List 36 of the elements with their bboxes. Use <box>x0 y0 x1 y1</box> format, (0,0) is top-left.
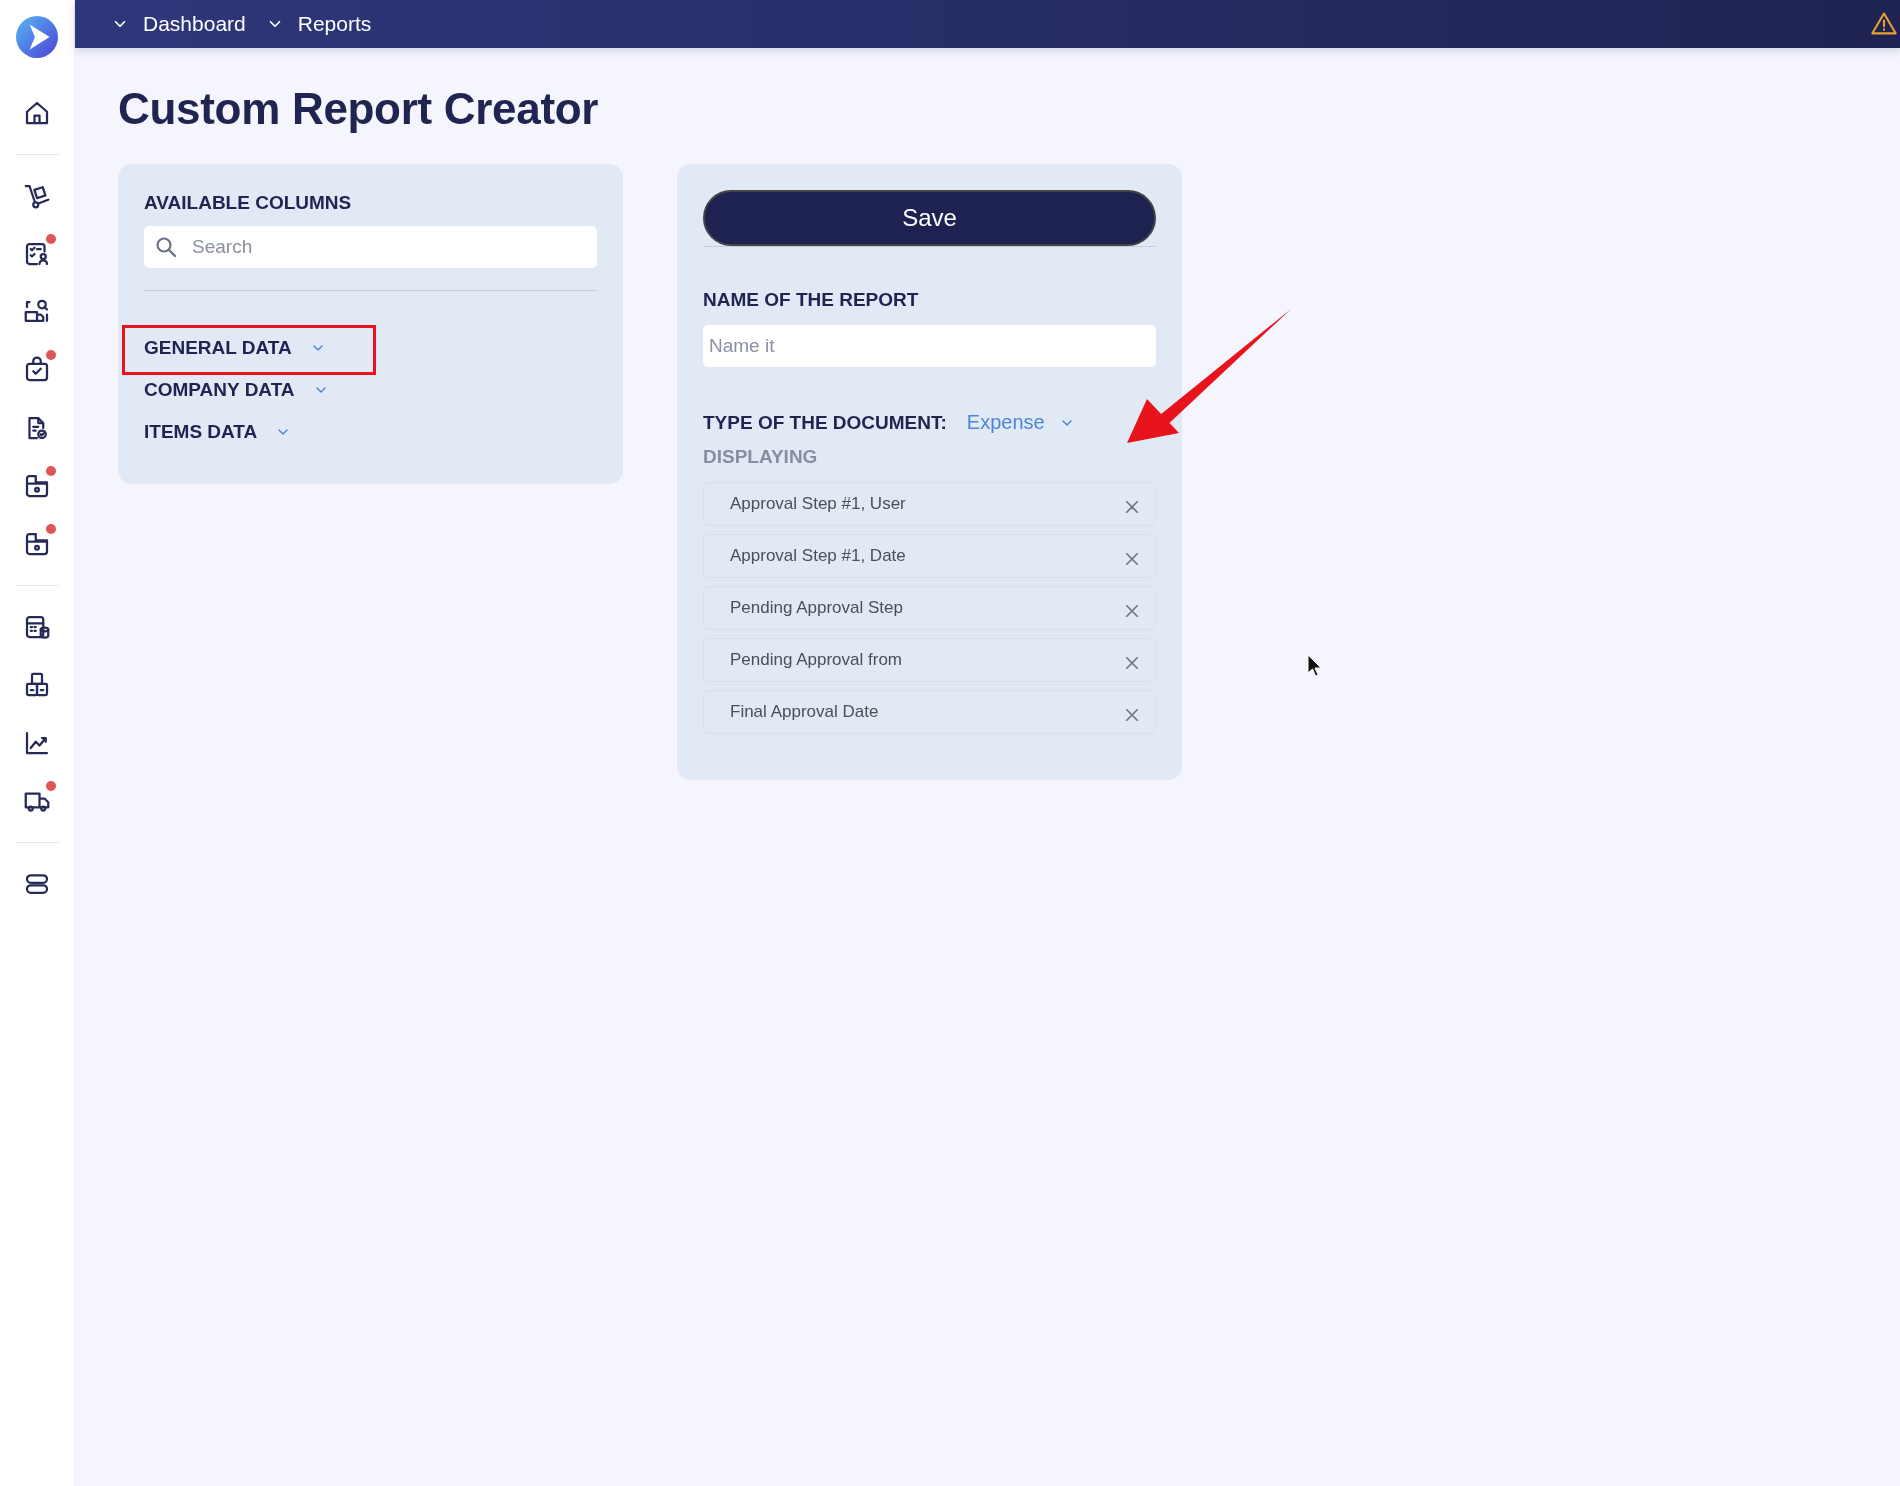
section-heading: AVAILABLE COLUMNS <box>144 192 353 214</box>
column-name: Approval Step #1, User <box>730 494 906 514</box>
remove-button[interactable] <box>1123 654 1141 672</box>
page-title: Custom Report Creator <box>118 84 600 134</box>
remove-button[interactable] <box>1123 498 1141 516</box>
column-name: Approval Step #1, Date <box>730 546 906 566</box>
category-toggle[interactable]: COMPANY DATA <box>144 375 329 405</box>
search-field[interactable]: Search <box>144 226 597 268</box>
close-icon <box>1123 498 1141 516</box>
notification-dot <box>46 466 56 476</box>
close-icon <box>1123 602 1141 620</box>
close-icon <box>1123 654 1141 672</box>
notification-dot <box>46 350 56 360</box>
search-icon <box>154 235 178 259</box>
remove-button[interactable] <box>1123 550 1141 568</box>
mouse-cursor-icon <box>1307 654 1323 678</box>
breadcrumb-link[interactable]: Dashboard <box>111 12 246 36</box>
section-heading: DISPLAYING <box>703 446 819 468</box>
column-name: Pending Approval from <box>730 650 902 670</box>
remove-button[interactable] <box>1123 602 1141 620</box>
column-name: Pending Approval Step <box>730 598 903 618</box>
notification-dot <box>46 524 56 534</box>
notification-dot <box>46 234 56 244</box>
notification-dot <box>46 781 56 791</box>
close-icon <box>1123 550 1141 568</box>
save-button[interactable]: Save <box>703 190 1156 246</box>
field-label: NAME OF THE REPORT <box>703 289 920 311</box>
field-label: TYPE OF THE DOCUMENT: <box>703 411 947 434</box>
logo <box>16 16 58 58</box>
column-name: Final Approval Date <box>730 702 879 722</box>
close-icon <box>1123 706 1141 724</box>
remove-button[interactable] <box>1123 706 1141 724</box>
category-toggle[interactable]: GENERAL DATA <box>144 333 326 363</box>
category-toggle[interactable]: ITEMS DATA <box>144 417 292 447</box>
name-field[interactable]: Name it <box>703 325 1156 367</box>
breadcrumb-link[interactable]: Reports <box>265 12 372 36</box>
